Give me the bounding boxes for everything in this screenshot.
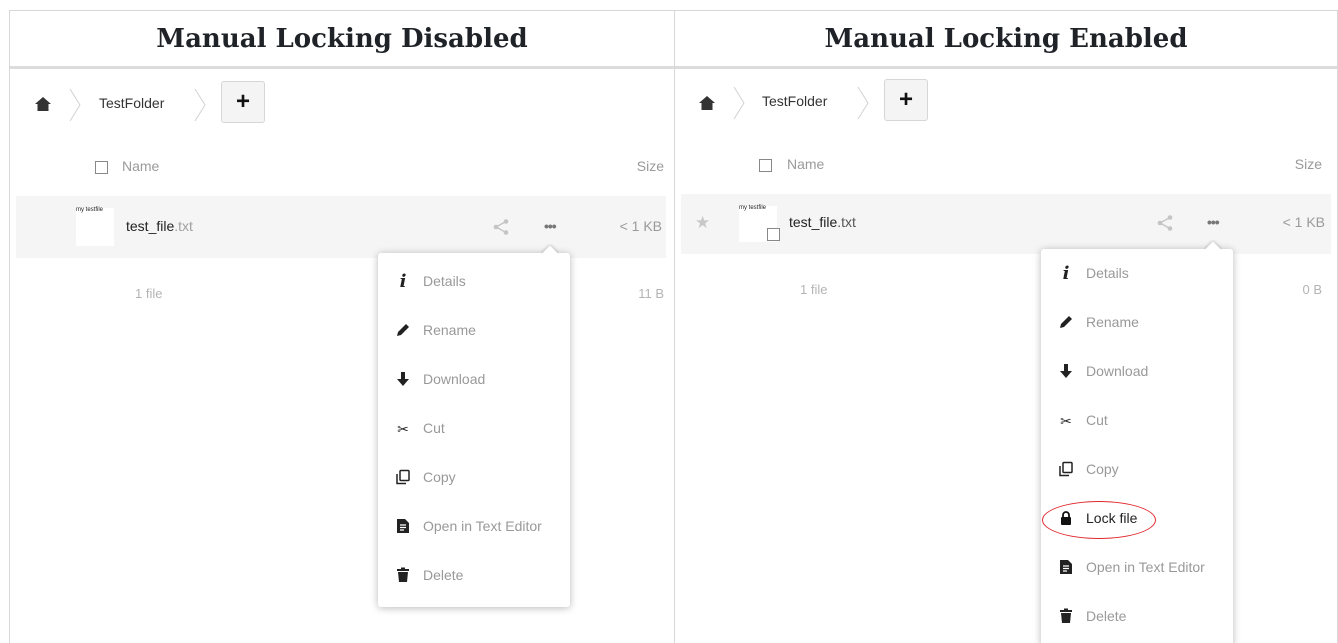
menu-item-label: Copy — [423, 469, 456, 485]
file-count-summary: 1 file — [800, 282, 828, 297]
thumbnail-text: my testfile — [739, 205, 767, 211]
table-row[interactable]: ★ my testfile test_file.txt ••• < 1 KB — [681, 194, 1331, 254]
total-size-summary: 0 B — [1302, 282, 1322, 297]
right-column-title: Manual Locking Enabled — [824, 24, 1188, 54]
select-all-checkbox[interactable] — [759, 159, 772, 172]
download-icon — [394, 371, 412, 389]
menu-item-copy[interactable]: Copy — [1041, 446, 1233, 495]
menu-item-label: Delete — [1086, 608, 1127, 624]
size-column-header[interactable]: Size — [637, 158, 664, 174]
add-new-button[interactable]: + — [884, 79, 928, 121]
info-icon: i — [399, 271, 407, 292]
file-name[interactable]: test_file.txt — [126, 218, 193, 234]
breadcrumb-folder[interactable]: TestFolder — [99, 95, 164, 111]
share-icon[interactable] — [1156, 214, 1174, 232]
add-new-button[interactable]: + — [221, 81, 265, 123]
file-basename: test_file — [126, 218, 175, 234]
menu-caret — [1204, 240, 1222, 250]
file-extension: .txt — [837, 214, 856, 230]
menu-item-rename[interactable]: Rename — [1041, 299, 1233, 348]
file-extension: .txt — [174, 218, 193, 234]
menu-item-delete[interactable]: Delete — [378, 552, 570, 601]
menu-item-label: Open in Text Editor — [423, 518, 542, 534]
menu-item-open-in-text-editor[interactable]: Open in Text Editor — [1041, 544, 1233, 593]
comparison-table: Manual Locking Disabled Manual Locking E… — [9, 10, 1338, 643]
menu-item-rename[interactable]: Rename — [378, 307, 570, 356]
menu-item-download[interactable]: Download — [378, 356, 570, 405]
breadcrumb-separator-icon — [857, 86, 869, 120]
left-column-title: Manual Locking Disabled — [156, 24, 528, 54]
menu-item-download[interactable]: Download — [1041, 348, 1233, 397]
pencil-icon — [1057, 314, 1075, 332]
file-name[interactable]: test_file.txt — [789, 214, 856, 230]
size-column-header[interactable]: Size — [1295, 156, 1322, 172]
home-icon[interactable] — [34, 96, 52, 112]
total-size-summary: 11 B — [638, 286, 664, 301]
scissors-icon: ✂ — [1060, 413, 1072, 429]
scissors-icon: ✂ — [397, 421, 409, 437]
file-size: < 1 KB — [619, 218, 662, 234]
breadcrumb-separator-icon — [194, 88, 206, 122]
menu-item-label: Details — [1086, 265, 1129, 281]
select-all-checkbox[interactable] — [95, 161, 108, 174]
name-column-header[interactable]: Name — [787, 156, 824, 172]
menu-item-copy[interactable]: Copy — [378, 454, 570, 503]
table-row[interactable]: my testfile test_file.txt ••• < 1 KB — [16, 196, 666, 258]
menu-item-details[interactable]: i Details — [1041, 250, 1233, 299]
document-icon — [394, 518, 412, 536]
favorite-star-icon[interactable]: ★ — [695, 213, 710, 233]
menu-item-cut[interactable]: ✂ Cut — [1041, 397, 1233, 446]
menu-item-label: Copy — [1086, 461, 1119, 477]
menu-item-cut[interactable]: ✂ Cut — [378, 405, 570, 454]
menu-item-label: Cut — [423, 420, 445, 436]
menu-item-label: Download — [1086, 363, 1149, 379]
breadcrumb-folder[interactable]: TestFolder — [762, 93, 827, 109]
file-actions-menu: i Details Rename Download ✂ Cut Copy Lock file O… — [1041, 249, 1233, 643]
more-options-icon[interactable]: ••• — [544, 218, 557, 234]
copy-icon — [394, 469, 412, 487]
pencil-icon — [394, 322, 412, 340]
name-column-header[interactable]: Name — [122, 158, 159, 174]
trash-icon — [1057, 608, 1075, 626]
file-size: < 1 KB — [1282, 214, 1325, 230]
menu-item-label: Download — [423, 371, 486, 387]
download-icon — [1057, 363, 1075, 381]
file-select-checkbox[interactable] — [767, 228, 780, 241]
menu-item-label: Open in Text Editor — [1086, 559, 1205, 575]
menu-item-lock-file[interactable]: Lock file — [1041, 495, 1233, 544]
menu-item-delete[interactable]: Delete — [1041, 593, 1233, 642]
menu-item-label: Cut — [1086, 412, 1108, 428]
file-count-summary: 1 file — [135, 286, 163, 301]
lock-highlight-ring — [1042, 501, 1156, 539]
menu-caret — [541, 244, 559, 254]
menu-item-label: Rename — [1086, 314, 1139, 330]
menu-item-open-in-text-editor[interactable]: Open in Text Editor — [378, 503, 570, 552]
menu-item-label: Rename — [423, 322, 476, 338]
copy-icon — [1057, 461, 1075, 479]
file-basename: test_file — [789, 214, 838, 230]
menu-item-label: Delete — [423, 567, 464, 583]
file-actions-menu: i Details Rename Download ✂ Cut Copy Open in Te… — [378, 253, 570, 607]
left-file-browser: TestFolder + Name Size my testfile test_… — [10, 72, 674, 643]
breadcrumb-separator-icon — [733, 86, 745, 120]
share-icon[interactable] — [492, 218, 510, 236]
breadcrumb-separator-icon — [69, 88, 81, 122]
file-thumbnail — [76, 208, 114, 246]
document-icon — [1057, 559, 1075, 577]
right-file-browser: TestFolder + Name Size ★ my testfile tes… — [675, 72, 1338, 643]
menu-item-details[interactable]: i Details — [378, 258, 570, 307]
info-icon: i — [1062, 263, 1070, 284]
thumbnail-text: my testfile — [76, 207, 104, 213]
trash-icon — [394, 567, 412, 585]
home-icon[interactable] — [698, 95, 716, 111]
more-options-icon[interactable]: ••• — [1207, 214, 1220, 230]
menu-item-label: Details — [423, 273, 466, 289]
